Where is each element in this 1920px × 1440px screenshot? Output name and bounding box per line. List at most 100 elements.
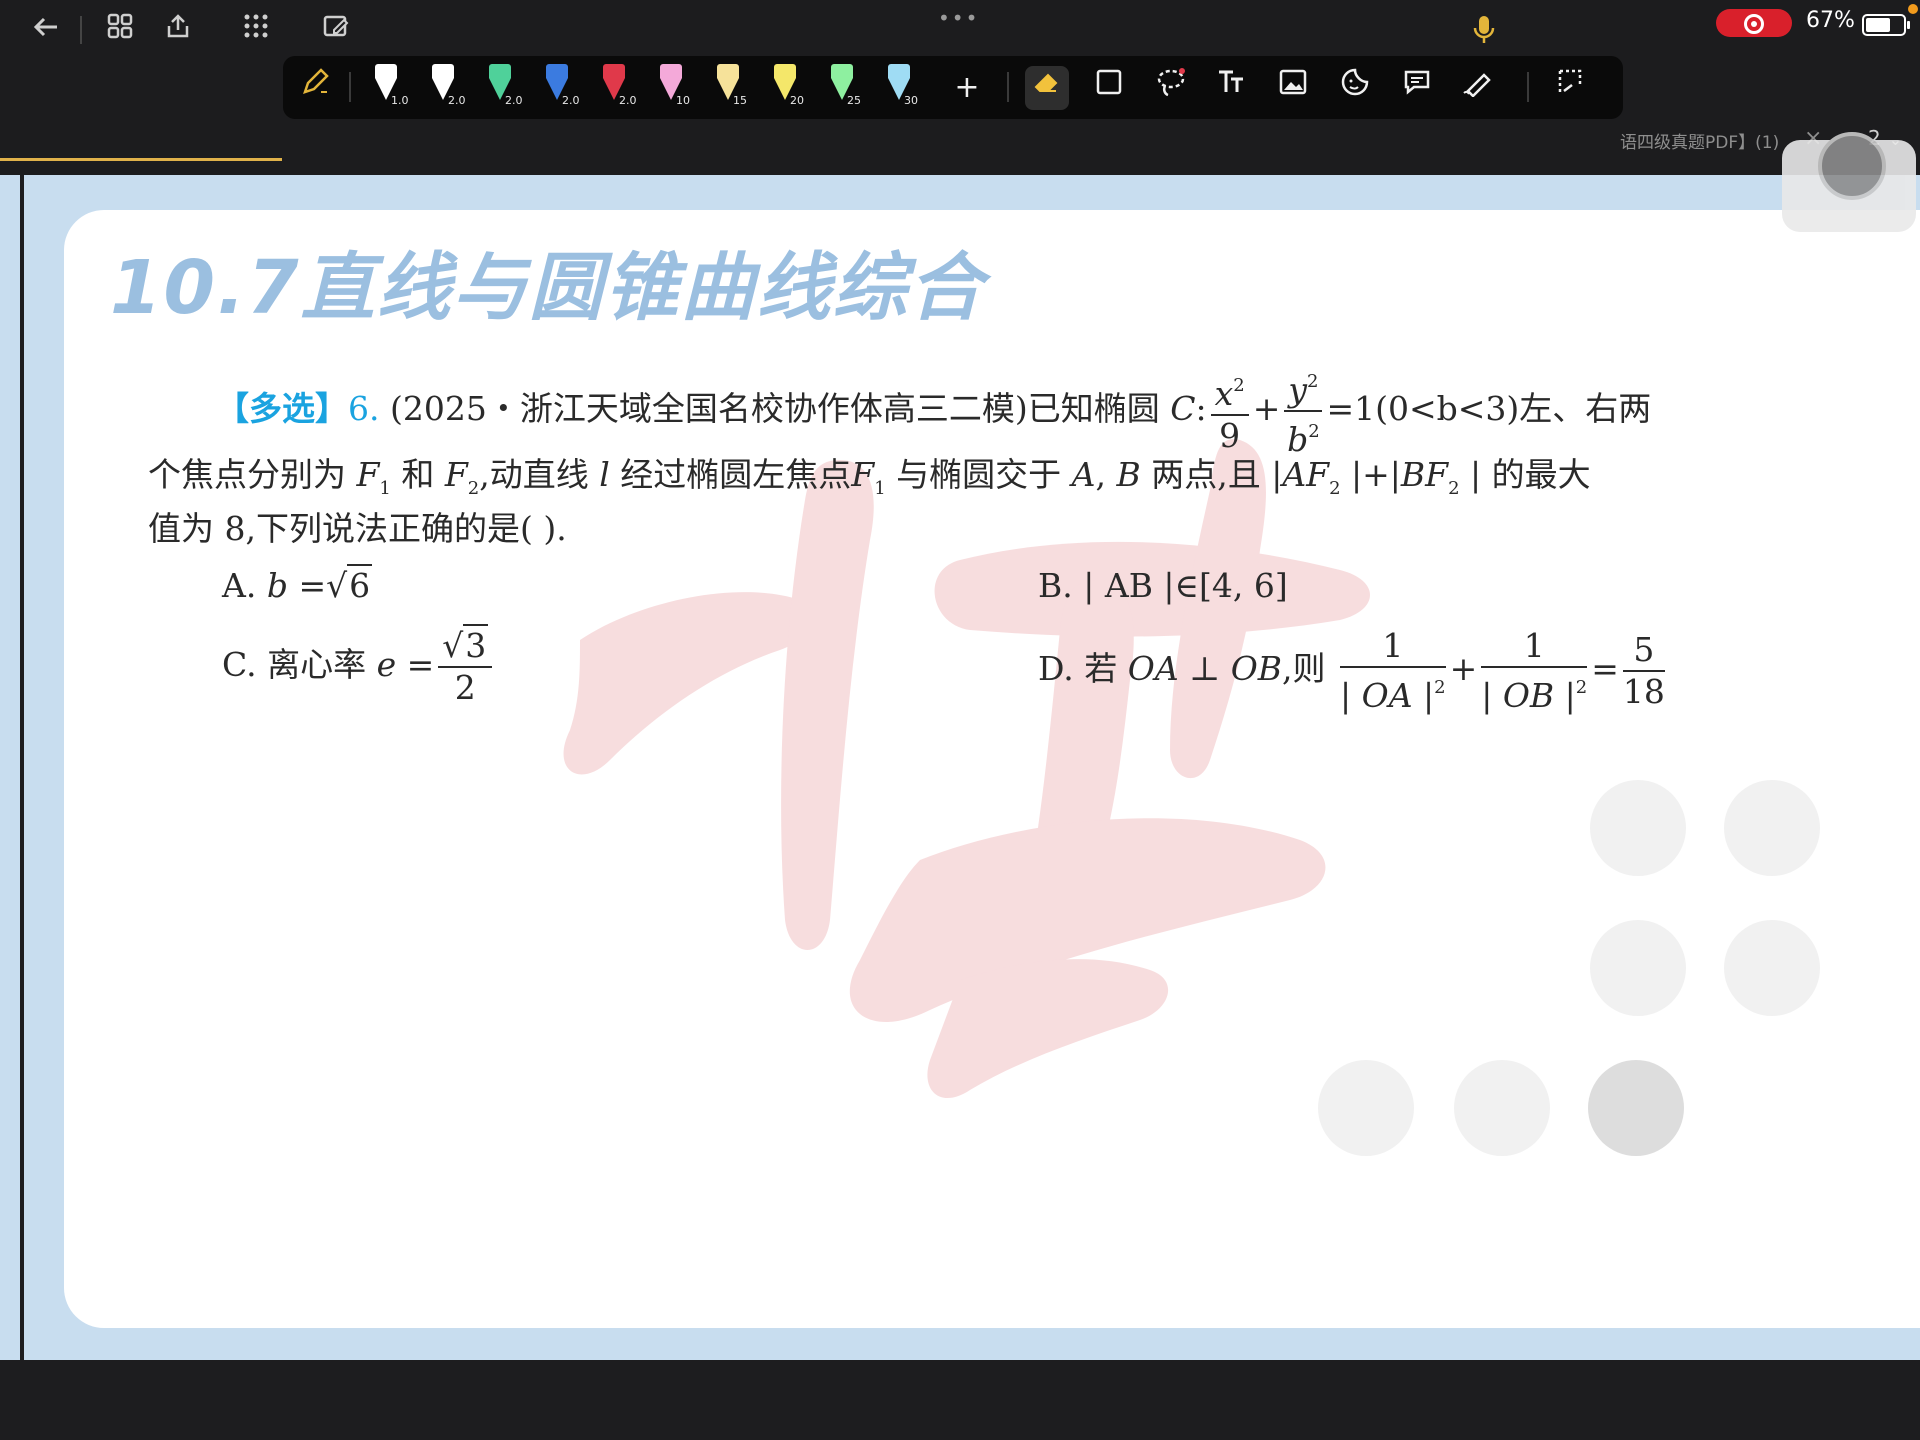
var-e: e	[376, 645, 397, 684]
question-source: (2025・浙江天域全国名校协作体高三二模)已知椭圆	[390, 389, 1160, 428]
pen-size-label: 25	[847, 94, 861, 107]
pen-mode-icon[interactable]	[293, 66, 337, 110]
control-button[interactable]	[1454, 1060, 1550, 1156]
subscript: 2	[467, 478, 480, 499]
assistive-touch-knob[interactable]	[1818, 132, 1886, 200]
pen-5[interactable]: 2.0	[595, 64, 637, 114]
option-text: 若	[1084, 649, 1118, 688]
colon: :	[1195, 389, 1207, 428]
subscript: 1	[874, 478, 886, 499]
apps-icon[interactable]	[238, 12, 274, 48]
text-icon[interactable]	[1209, 66, 1253, 110]
pen-3[interactable]: 2.0	[481, 64, 523, 114]
pen-size-label: 30	[904, 94, 918, 107]
text-segment: ,动直线	[479, 455, 589, 494]
option-d[interactable]: D. 若 OA ⊥ OB,则 1 | OA |2 +1 | OB |2 = 5 18	[1038, 626, 1669, 716]
option-text: | AB |∈[4, 6]	[1083, 566, 1288, 605]
option-label: D.	[1038, 649, 1074, 688]
superscript: 2	[1307, 371, 1319, 392]
equals-sign: =	[1591, 649, 1619, 688]
var-F: F	[851, 455, 875, 494]
fraction-1-over-OB2: 1 | OB |2	[1481, 626, 1588, 716]
question-line-1: 【多选】6. (2025・浙江天域全国名校协作体高三二模)已知椭圆 C: x2 9 +…	[216, 362, 1651, 460]
fraction-5-over-18: 5 18	[1622, 630, 1665, 712]
fraction-y2-over-b2: y2 b2	[1284, 362, 1323, 460]
sqrt-6: √6	[326, 564, 373, 605]
pen-2[interactable]: 2.0	[424, 64, 466, 114]
back-arrow-icon[interactable]	[28, 12, 64, 48]
var-BF: BF	[1400, 455, 1449, 494]
pen-size-label: 15	[733, 94, 747, 107]
pen-size-label: 2.0	[562, 94, 580, 107]
var-B: B	[1116, 455, 1141, 494]
tab-title[interactable]: 语四级真题PDF】(1)	[1620, 128, 1779, 153]
question-number: 6.	[348, 389, 380, 428]
pen-size-label: 2.0	[448, 94, 466, 107]
top-nav-bar: ••• 67%	[0, 0, 1920, 60]
pen-1[interactable]: 1.0	[367, 64, 409, 114]
divider	[1007, 72, 1009, 102]
question-line-2: 个焦点分别为 F1 和 F2,动直线 l 经过椭圆左焦点F1 与椭圆交于 A, …	[148, 455, 1591, 499]
abs-OB: | OB |	[1481, 676, 1576, 715]
more-dots-icon[interactable]: •••	[938, 6, 979, 30]
edit-icon[interactable]	[318, 12, 354, 48]
control-button[interactable]	[1590, 920, 1686, 1016]
pen-9[interactable]: 25	[823, 64, 861, 114]
microphone-icon[interactable]	[1470, 14, 1498, 46]
option-b[interactable]: B. | AB |∈[4, 6]	[1038, 566, 1288, 605]
numerator: 1	[1340, 626, 1446, 668]
var-A: A	[1071, 455, 1096, 494]
contrast-toggle[interactable]	[1588, 1060, 1684, 1156]
option-text: 离心率	[267, 645, 367, 684]
shape-icon[interactable]	[1087, 66, 1131, 110]
control-button[interactable]	[1590, 780, 1686, 876]
pen-4[interactable]: 2.0	[538, 64, 580, 114]
pen-color-swatch	[489, 64, 511, 78]
grid-icon[interactable]	[102, 12, 138, 48]
pen-color-swatch	[660, 64, 682, 78]
sticker-icon[interactable]	[1333, 66, 1377, 110]
text-segment: 两点,且 |	[1151, 455, 1283, 494]
text-segment: 与椭圆交于	[896, 455, 1062, 494]
control-button[interactable]	[1724, 920, 1820, 1016]
image-icon[interactable]	[1271, 66, 1315, 110]
text-segment: 个焦点分别为	[148, 455, 346, 494]
superscript: 2	[1434, 677, 1446, 698]
floating-control-handle[interactable]	[1782, 132, 1916, 232]
add-pen-icon[interactable]: +	[945, 66, 989, 110]
option-label: A.	[222, 566, 257, 605]
control-button[interactable]	[1724, 780, 1820, 876]
pen-color-swatch	[831, 64, 853, 78]
pen-size-label: 20	[790, 94, 804, 107]
control-button[interactable]	[1318, 1060, 1414, 1156]
var-AF: AF	[1282, 455, 1330, 494]
crop-icon[interactable]	[1549, 66, 1593, 110]
numerator: 1	[1481, 626, 1588, 668]
comment-icon[interactable]	[1395, 66, 1439, 110]
fraction-1-over-OA2: 1 | OA |2	[1340, 626, 1446, 716]
ellipse-name: C	[1170, 389, 1196, 428]
privacy-indicator	[1908, 4, 1918, 14]
pen-8[interactable]: 20	[766, 64, 804, 114]
laser-pointer-icon[interactable]	[1457, 66, 1501, 110]
pen-6[interactable]: 10	[652, 64, 690, 114]
record-icon[interactable]	[1716, 9, 1792, 37]
var-F: F	[444, 455, 468, 494]
lasso-icon[interactable]	[1149, 66, 1193, 110]
pen-size-label: 1.0	[391, 94, 409, 107]
eraser-icon[interactable]	[1025, 66, 1069, 110]
share-icon[interactable]	[160, 12, 196, 48]
pen-size-label: 2.0	[505, 94, 523, 107]
option-c[interactable]: C. 离心率 e = √3 2	[222, 624, 496, 708]
battery-percent: 67%	[1806, 8, 1855, 33]
equals-sign: =	[298, 566, 327, 605]
pen-color-swatch	[717, 64, 739, 78]
var-l: l	[599, 455, 610, 494]
pen-10[interactable]: 30	[880, 64, 918, 114]
pen-7[interactable]: 15	[709, 64, 747, 114]
pen-color-swatch	[774, 64, 796, 78]
option-a[interactable]: A. b =√6	[222, 564, 373, 605]
question-line-3: 值为 8,下列说法正确的是( ).	[148, 509, 567, 548]
ellipse-condition: =1(0<b<3)左、右两	[1326, 389, 1652, 428]
page-edge	[0, 175, 24, 1360]
